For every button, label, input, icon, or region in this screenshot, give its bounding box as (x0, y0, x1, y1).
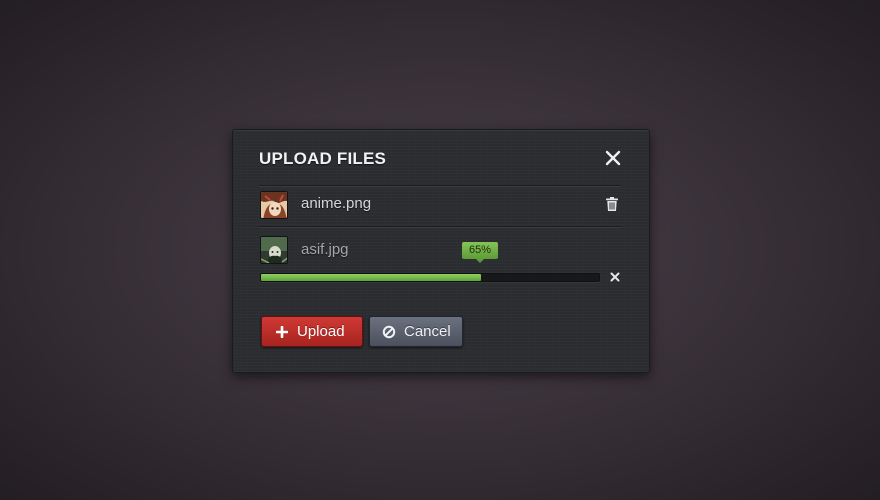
cancel-button-label: Cancel (404, 323, 451, 340)
progress-bar (260, 273, 600, 282)
file-name: asif.jpg (301, 241, 349, 258)
file-thumbnail-asif (260, 236, 288, 264)
divider (259, 185, 621, 187)
progress-bar-fill (261, 274, 481, 281)
plus-icon (276, 325, 288, 338)
file-thumbnail-anime (260, 191, 288, 219)
upload-dialog: UPLOAD FILES anime.png asif.jpg 65% Uplo… (232, 129, 650, 373)
upload-button-label: Upload (297, 323, 345, 340)
dialog-title: UPLOAD FILES (259, 149, 387, 168)
cancel-upload-icon[interactable] (610, 272, 620, 282)
cancel-button[interactable]: Cancel (369, 316, 463, 347)
ban-icon (382, 325, 396, 338)
close-icon[interactable] (605, 150, 621, 166)
trash-icon[interactable] (606, 197, 618, 211)
divider (259, 226, 621, 228)
upload-button[interactable]: Upload (261, 316, 363, 347)
file-name: anime.png (301, 195, 372, 212)
progress-percentage-badge: 65% (461, 242, 499, 263)
